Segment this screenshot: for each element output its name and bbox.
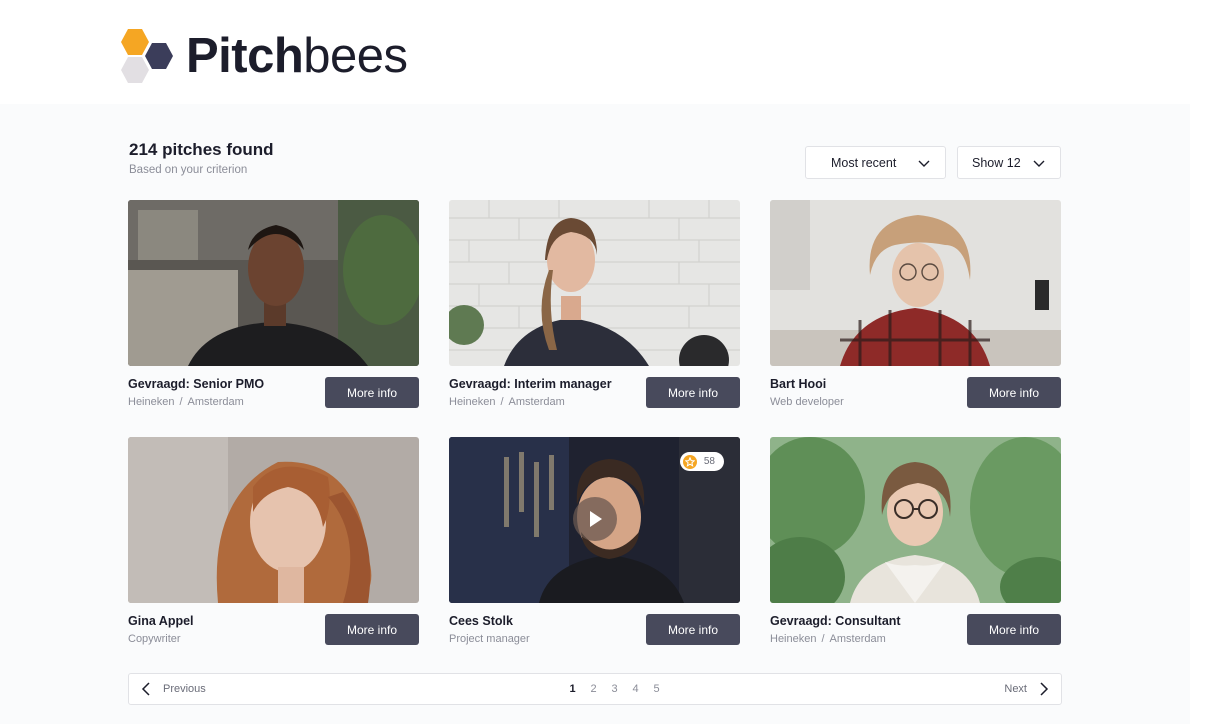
pitch-title: Bart Hooi	[770, 377, 827, 391]
chevron-down-icon	[1033, 160, 1045, 167]
show-count-label: Show 12	[972, 155, 1021, 170]
hexagon-logo-icon	[120, 27, 176, 85]
pitch-card: Gevraagd: Senior PMO Heineken / Amsterdam …	[128, 200, 419, 412]
separator: /	[179, 396, 183, 408]
next-page-button[interactable]: Next	[1004, 681, 1051, 697]
results-subtitle: Based on your criterion	[129, 164, 248, 176]
pitch-meta: Heineken / Amsterdam	[449, 396, 565, 408]
location-name: Amsterdam	[187, 396, 244, 408]
page-2[interactable]: 2	[583, 683, 604, 695]
previous-label: Previous	[163, 683, 206, 695]
pitch-photo[interactable]	[770, 437, 1061, 603]
separator: /	[500, 396, 504, 408]
pitch-meta: Heineken / Amsterdam	[128, 396, 244, 408]
sort-dropdown-label: Most recent	[831, 155, 897, 170]
pitch-title: Gina Appel	[128, 614, 194, 628]
more-info-button[interactable]: More info	[967, 614, 1061, 645]
pitch-photo[interactable]	[128, 200, 419, 366]
pitch-meta: Project manager	[449, 633, 530, 645]
pitch-card: Bart Hooi Web developer More info	[770, 200, 1061, 412]
pitch-title: Cees Stolk	[449, 614, 513, 628]
more-info-button[interactable]: More info	[325, 614, 419, 645]
pitch-meta: Copywriter	[128, 633, 181, 645]
pitch-photo[interactable]	[128, 437, 419, 603]
more-info-button[interactable]: More info	[646, 614, 740, 645]
page-3[interactable]: 3	[604, 683, 625, 695]
pitch-photo[interactable]	[449, 200, 740, 366]
previous-page-button[interactable]: Previous	[139, 681, 206, 697]
pagination: Previous 1 2 3 4 5 Next	[128, 673, 1062, 705]
pitch-title: Gevraagd: Interim manager	[449, 377, 612, 391]
pitch-card: Gevraagd: Interim manager Heineken / Amste…	[449, 200, 740, 412]
more-info-button[interactable]: More info	[967, 377, 1061, 408]
next-label: Next	[1004, 683, 1027, 695]
chevron-down-icon	[918, 160, 930, 167]
pitch-video[interactable]: 58	[449, 437, 740, 603]
location-name: Amsterdam	[508, 396, 565, 408]
chevron-left-icon	[141, 682, 150, 696]
play-icon	[590, 511, 602, 527]
pitch-meta: Heineken / Amsterdam	[770, 633, 886, 645]
pitch-card: Gina Appel Copywriter More info	[128, 437, 419, 649]
company-name: Heineken	[770, 633, 817, 645]
company-name: Heineken	[449, 396, 496, 408]
show-count-dropdown[interactable]: Show 12	[957, 146, 1061, 179]
page-5[interactable]: 5	[646, 683, 667, 695]
location-name: Amsterdam	[829, 633, 886, 645]
page-1[interactable]: 1	[562, 683, 583, 695]
pitch-title: Gevraagd: Senior PMO	[128, 377, 265, 391]
more-info-button[interactable]: More info	[646, 377, 740, 408]
rating-count: 58	[703, 456, 715, 467]
pitch-photo[interactable]	[770, 200, 1061, 366]
page-numbers: 1 2 3 4 5	[562, 683, 667, 695]
header: Pitchbees	[0, 0, 1224, 104]
pitchbees-logo[interactable]: Pitchbees	[120, 26, 408, 86]
page-4[interactable]: 4	[625, 683, 646, 695]
star-icon	[682, 454, 697, 469]
company-name: Heineken	[128, 396, 175, 408]
play-button[interactable]	[573, 497, 617, 541]
sort-dropdown[interactable]: Most recent	[805, 146, 946, 179]
separator: /	[821, 633, 825, 645]
chevron-right-icon	[1040, 682, 1049, 696]
logo-wordmark: Pitchbees	[186, 29, 408, 83]
pitch-title: Gevraagd: Consultant	[770, 614, 901, 628]
more-info-button[interactable]: More info	[325, 377, 419, 408]
rating-badge: 58	[679, 452, 724, 471]
pitch-meta: Web developer	[770, 396, 844, 408]
pitch-card: Gevraagd: Consultant Heineken / Amsterdam …	[770, 437, 1061, 649]
pitch-card: 58 Cees Stolk Project manager More info	[449, 437, 740, 649]
results-count-title: 214 pitches found	[129, 140, 274, 159]
